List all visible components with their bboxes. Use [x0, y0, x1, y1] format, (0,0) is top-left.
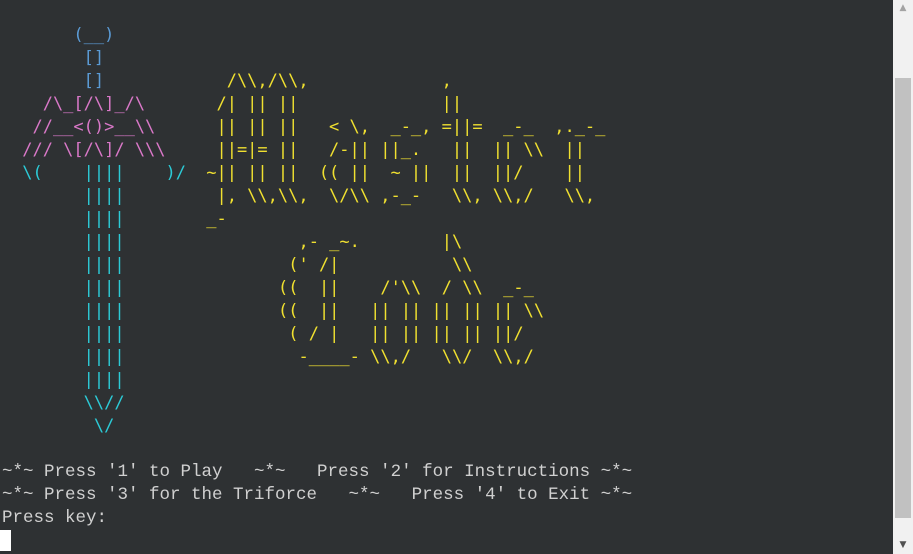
sword-blade-1: \( |||| )/ — [12, 163, 186, 183]
sword-grip-1: [] — [12, 48, 105, 68]
sword-art: (__) [] [] /\_[/\]_/\ //__<()>__\\ /// \… — [12, 24, 186, 438]
master-line: ~|| || || (( || ~ || || ||/ || — [196, 163, 585, 183]
master-line: |, \\,\\, \/\\ ,-_- \\, \\,/ \\, — [196, 186, 596, 206]
title-code-art: ,- _~. |\ (' /| \\ (( || /'\\ / \\ _-_ (… — [278, 231, 544, 369]
title-master-art: /\\,/\\, , /| || || || || || || < \, _-_… — [196, 70, 605, 231]
master-line: /\\,/\\, , — [196, 71, 452, 91]
sword-blade-4: |||| — [12, 232, 125, 252]
sword-tip-1: \\// — [12, 393, 125, 413]
code-line: (( || || || || || || \\ — [278, 301, 545, 321]
sword-blade-2: |||| — [12, 186, 125, 206]
code-line: ,- _~. |\ — [278, 232, 463, 252]
terminal-window[interactable]: (__) [] [] /\_[/\]_/\ //__<()>__\\ /// \… — [0, 0, 893, 554]
sword-grip-2: [] — [12, 71, 105, 91]
code-line: (' /| \\ — [278, 255, 473, 275]
vertical-scrollbar[interactable]: ▲ ▼ — [893, 0, 913, 554]
master-line: /| || || || — [196, 94, 463, 114]
scrollbar-thumb[interactable] — [895, 78, 911, 518]
press-key-prompt: Press key: — [2, 508, 108, 528]
text-cursor[interactable] — [0, 530, 11, 551]
sword-tip-2: \/ — [12, 416, 115, 436]
sword-blade-8: |||| — [12, 324, 125, 344]
sword-blade-3: |||| — [12, 209, 125, 229]
sword-blade-10: |||| — [12, 370, 125, 390]
master-line: || || || < \, _-_, =||= _-_ ,._-_ — [196, 117, 606, 137]
master-line: _- — [196, 209, 227, 229]
menu-line-1: ~*~ Press '1' to Play ~*~ Press '2' for … — [2, 462, 633, 482]
sword-blade-5: |||| — [12, 255, 125, 275]
sword-guard-2: //__<()>__\\ — [12, 117, 156, 137]
code-line: (( || /'\\ / \\ _-_ — [278, 278, 534, 298]
sword-blade-9: |||| — [12, 347, 125, 367]
sword-guard-3: /// \[/\]/ \\\ — [12, 140, 166, 160]
code-line: ( / | || || || || ||/ — [278, 324, 524, 344]
scroll-up-arrow-icon[interactable]: ▲ — [893, 0, 913, 17]
master-line: ||=|= || /-|| ||_. || || \\ || — [196, 140, 585, 160]
menu-line-2: ~*~ Press '3' for the Triforce ~*~ Press… — [2, 485, 633, 505]
scroll-down-arrow-icon[interactable]: ▼ — [893, 537, 913, 554]
sword-blade-6: |||| — [12, 278, 125, 298]
code-line: -____- \\,/ \\/ \\,/ — [278, 347, 534, 367]
sword-pommel: (__) — [12, 25, 115, 45]
sword-guard-1: /\_[/\]_/\ — [12, 94, 146, 114]
sword-blade-7: |||| — [12, 301, 125, 321]
